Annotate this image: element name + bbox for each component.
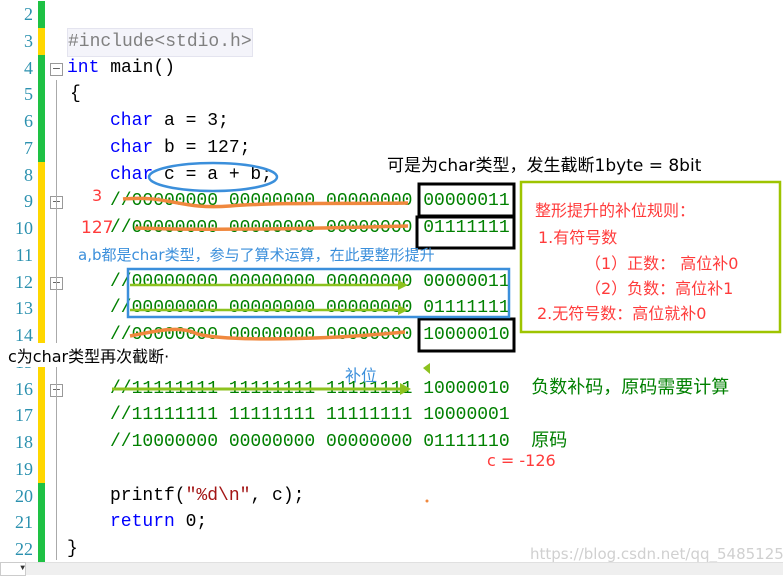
promotion-note: a,b都是char类型，参与了算术运算，在此要整形提升 bbox=[78, 246, 435, 264]
truncation-note: 可是为char类型，发生截断1byte = 8bit bbox=[387, 156, 702, 176]
rule-negative: （2）负数：高位补1 bbox=[585, 279, 734, 298]
watermark: https://blog.csdn.net/qq_54851255 bbox=[530, 545, 783, 563]
value-b-label: 127 bbox=[81, 218, 114, 238]
orange-dot bbox=[425, 499, 429, 503]
value-a-label: 3 bbox=[92, 186, 103, 205]
rules-title: 整形提升的补位规则： bbox=[535, 201, 696, 220]
retruncate-note: c为char类型再次截断· bbox=[8, 343, 170, 367]
result-label: c = -126 bbox=[487, 451, 556, 470]
rule-unsigned: 2.无符号数：高位就补0 bbox=[537, 304, 707, 323]
arrow-line-13 bbox=[130, 305, 408, 315]
highlight-ellipse bbox=[147, 161, 279, 193]
box-line-9 bbox=[417, 182, 516, 218]
pad-label: 补位 bbox=[345, 366, 378, 385]
rule-signed: 1.有符号数 bbox=[538, 228, 618, 247]
strike-line-9 bbox=[122, 196, 409, 209]
horizontal-scrollbar[interactable] bbox=[0, 562, 783, 575]
box-line-14 bbox=[417, 317, 516, 353]
rule-positive: （1）正数： 高位补0 bbox=[585, 254, 739, 273]
arrow-line-12 bbox=[130, 280, 408, 290]
strike-line-10 bbox=[134, 224, 409, 232]
strike-line-14 bbox=[129, 327, 406, 341]
marker-triangle bbox=[423, 363, 430, 374]
